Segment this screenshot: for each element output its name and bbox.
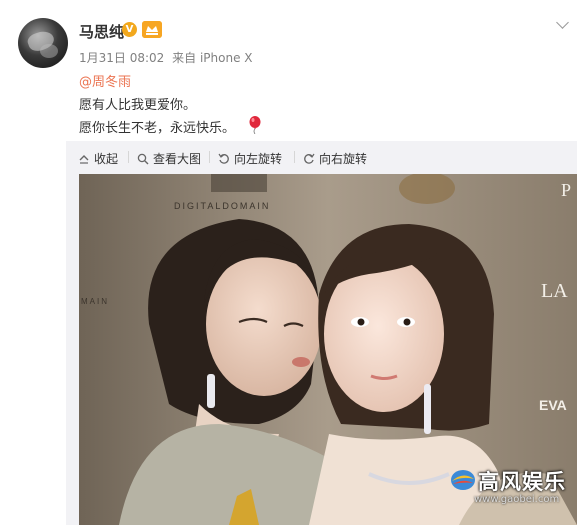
backdrop-text: MAIN (81, 297, 109, 306)
backdrop-text: EVA (539, 397, 567, 413)
view-large-label: 查看大图 (153, 152, 202, 166)
mention-link[interactable]: @周冬雨 (79, 71, 131, 90)
backdrop-text: P (561, 180, 571, 200)
rotate-left-icon (218, 153, 229, 164)
search-icon (137, 153, 149, 164)
balloon-emoji-icon (249, 116, 261, 134)
watermark-url: www.gaobei.com (474, 494, 560, 505)
rotate-right-button[interactable]: 向右旋转 (303, 150, 367, 167)
avatar-shape (40, 44, 58, 58)
toolbar-divider (294, 151, 295, 163)
rotate-right-label: 向右旋转 (319, 152, 368, 166)
verified-badge-icon: V (122, 22, 137, 37)
post-header: 马思纯 V 1月31日 08:02 来自 iPhone X @周冬雨 愿有人比我… (0, 0, 577, 140)
rotate-left-button[interactable]: 向左旋转 (218, 150, 282, 167)
post-meta: 1月31日 08:02 来自 iPhone X (79, 49, 253, 66)
chevron-down-icon[interactable] (556, 16, 569, 29)
rotate-left-label: 向左旋转 (234, 152, 283, 166)
backdrop-text: LA (541, 280, 568, 302)
view-large-button[interactable]: 查看大图 (137, 150, 201, 167)
member-badge-icon[interactable] (142, 21, 162, 38)
collapse-icon (79, 154, 89, 164)
post-date[interactable]: 1月31日 08:02 (79, 51, 164, 65)
collapse-button[interactable]: 收起 (78, 150, 118, 167)
watermark-logo-icon (451, 470, 475, 490)
collapse-label: 收起 (94, 152, 119, 166)
toolbar-divider (128, 151, 129, 163)
post-text-line: 愿有人比我更爱你。 (79, 98, 197, 113)
toolbar-divider (209, 151, 210, 163)
watermark-title: 高风娱乐 (478, 469, 566, 494)
avatar[interactable] (18, 18, 68, 68)
post-text-line: 愿你长生不老，永远快乐。 (79, 121, 236, 136)
post-source: 来自 iPhone X (172, 51, 253, 65)
watermark: 高风娱乐 www.gaobei.com (448, 464, 568, 512)
backdrop-text: DIGITALDOMAIN (174, 201, 270, 211)
media-toolbar: 收起 查看大图 向左旋转 向右旋转 (66, 141, 577, 174)
rotate-right-icon (304, 153, 315, 164)
username[interactable]: 马思纯 (79, 21, 124, 42)
